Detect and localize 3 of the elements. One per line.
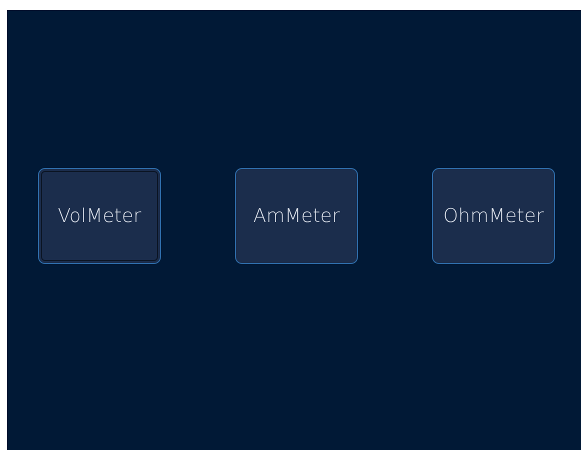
meter-button[interactable]: OhmMeter	[432, 168, 555, 264]
meter-button[interactable]: AmMeter	[235, 168, 358, 264]
meter-button[interactable]: VolMeter	[38, 168, 161, 264]
